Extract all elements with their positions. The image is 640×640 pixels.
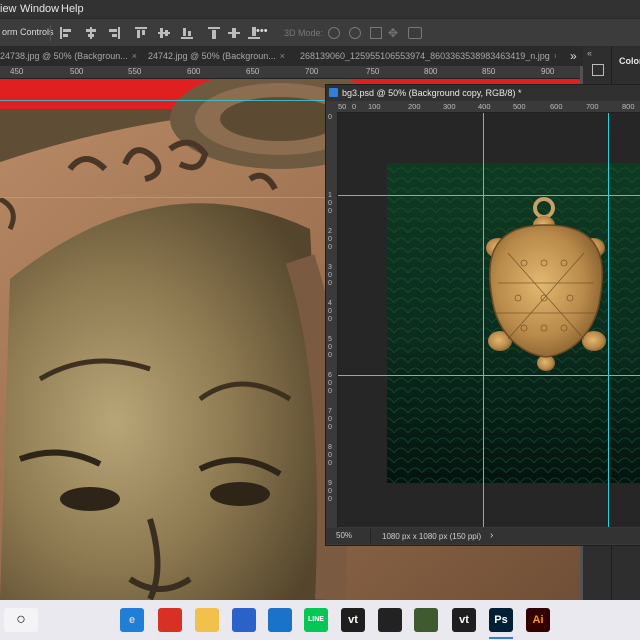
orbit-3d-icon[interactable]	[328, 27, 340, 39]
green-app-icon[interactable]	[414, 608, 438, 632]
ruler-tick-label: 850	[482, 67, 496, 76]
ruler-tick-label: 9 0 0	[328, 480, 332, 503]
obs-icon[interactable]	[378, 608, 402, 632]
ruler-tick-label: 700	[586, 102, 599, 111]
illustrator-icon[interactable]: Ai	[526, 608, 550, 632]
ruler-tick-label: 600	[550, 102, 563, 111]
tab-24742[interactable]: 24742.jpg @ 50% (Backgroun... ×	[148, 46, 288, 66]
slide-3d-icon[interactable]: ✥	[388, 27, 400, 39]
doc-vertical-ruler: 0 1 0 0 2 0 0 3 0 0 4 0 0 5 0 0 6 0 0 7 …	[326, 112, 338, 528]
tab-24738[interactable]: 24738.jpg @ 50% (Backgroun... ×	[0, 46, 140, 66]
document-size: 1080 px x 1080 px (150 ppi)	[382, 532, 482, 541]
panel-collapse-button[interactable]: «	[587, 48, 592, 58]
menu-help[interactable]: Help	[61, 3, 84, 15]
ruler-tick-label: 650	[246, 67, 260, 76]
main-horizontal-ruler: 450 500 550 600 650 700 750 800 850 900	[0, 66, 580, 79]
more-options-button[interactable]: •••	[256, 25, 268, 37]
ruler-tick-label: 50	[338, 102, 347, 111]
transform-controls-label[interactable]: orm Controls	[2, 27, 54, 37]
mail-icon[interactable]	[268, 608, 292, 632]
menu-view[interactable]: iew	[0, 3, 17, 15]
doc-horizontal-ruler: 50 0 100 200 300 400 500 600 700 800	[338, 101, 640, 113]
menu-window[interactable]: Window	[20, 3, 59, 15]
ruler-tick-label: 0	[328, 114, 332, 121]
document-canvas-area[interactable]	[338, 113, 640, 527]
divider	[50, 25, 51, 41]
roll-3d-icon[interactable]	[349, 27, 361, 39]
ruler-tick-label: 2 0 0	[328, 228, 332, 251]
align-center-icon[interactable]	[85, 27, 97, 39]
align-left-icon[interactable]	[60, 27, 72, 39]
ruler-tick-label: 750	[366, 67, 380, 76]
vt-app-icon[interactable]: vt	[452, 608, 476, 632]
edge-icon[interactable]: e	[120, 608, 144, 632]
ruler-tick-label: 1 0 0	[328, 192, 332, 215]
zoom-level[interactable]: 50%	[336, 531, 352, 540]
tab-overflow-button[interactable]: »	[570, 49, 577, 63]
document-title: bg3.psd @ 50% (Background copy, RGB/8) *	[342, 88, 522, 98]
scale-3d-icon[interactable]	[408, 27, 422, 39]
ruler-tick-label: 8 0 0	[328, 444, 332, 467]
ruler-tick-label: 7 0 0	[328, 408, 332, 431]
options-bar: orm Controls ••• 3D Mode: ✥	[0, 18, 640, 48]
ruler-tick-label: 700	[305, 67, 319, 76]
ruler-tick-label: 5 0 0	[328, 336, 332, 359]
ruler-tick-label: 0	[352, 102, 357, 111]
line-icon[interactable]: LINE	[304, 608, 328, 632]
ruler-tick-label: 500	[513, 102, 526, 111]
divider	[370, 529, 371, 543]
windows-taskbar: ○ e LINE vt vt Ps Ai	[0, 600, 640, 640]
document-tab-bar: 24738.jpg @ 50% (Backgroun... × 24742.jpg…	[0, 46, 640, 66]
store-icon[interactable]	[232, 608, 256, 632]
ruler-tick-label: 100	[368, 102, 381, 111]
floating-document-window[interactable]: bg3.psd @ 50% (Background copy, RGB/8) *…	[325, 84, 640, 546]
menu-bar: iew Window Help	[0, 0, 640, 18]
ruler-tick-label: 800	[424, 67, 438, 76]
file-explorer-icon[interactable]	[195, 608, 219, 632]
ruler-tick-label: 450	[10, 67, 24, 76]
document-artwork	[338, 113, 640, 527]
layer-comps-icon[interactable]	[592, 64, 604, 76]
ruler-tick-label: 300	[443, 102, 456, 111]
ruler-tick-label: 500	[70, 67, 84, 76]
align-bottom-icon[interactable]	[181, 27, 193, 39]
ruler-tick-label: 600	[187, 67, 201, 76]
ruler-tick-label: 3 0 0	[328, 264, 332, 287]
ruler-tick-label: 200	[408, 102, 421, 111]
align-middle-icon[interactable]	[158, 27, 170, 39]
align-right-icon[interactable]	[108, 27, 120, 39]
photoshop-icon[interactable]: Ps	[489, 608, 513, 632]
chrome-icon[interactable]	[158, 608, 182, 632]
3d-mode-label: 3D Mode:	[284, 28, 324, 38]
ruler-tick-label: 4 0 0	[328, 300, 332, 323]
document-title-bar[interactable]: bg3.psd @ 50% (Background copy, RGB/8) *	[326, 85, 640, 101]
ruler-tick-label: 800	[622, 102, 635, 111]
ruler-tick-label: 550	[128, 67, 142, 76]
distribute-vcenter-icon[interactable]	[228, 27, 240, 39]
align-top-icon[interactable]	[135, 27, 147, 39]
status-menu-button[interactable]: ›	[490, 530, 493, 541]
close-tab-icon[interactable]: ×	[280, 51, 285, 61]
tab-268139060[interactable]: 268139060_125955106553974_86033635389834…	[300, 46, 556, 66]
ruler-tick-label: 400	[478, 102, 491, 111]
color-panel-tab[interactable]: Color	[619, 56, 640, 66]
close-tab-icon[interactable]: ×	[132, 51, 137, 61]
ruler-tick-label: 6 0 0	[328, 372, 332, 395]
document-status-bar: 50% 1080 px x 1080 px (150 ppi) ›	[326, 528, 640, 544]
photoshop-doc-icon	[329, 88, 338, 97]
close-tab-icon[interactable]: ×	[554, 51, 556, 61]
drag-3d-icon[interactable]	[370, 27, 382, 39]
active-app-indicator	[489, 637, 513, 639]
ruler-origin[interactable]	[326, 101, 338, 112]
distribute-top-icon[interactable]	[208, 27, 220, 39]
search-icon[interactable]: ○	[4, 608, 38, 632]
ruler-tick-label: 900	[541, 67, 555, 76]
vt-app-icon[interactable]: vt	[341, 608, 365, 632]
